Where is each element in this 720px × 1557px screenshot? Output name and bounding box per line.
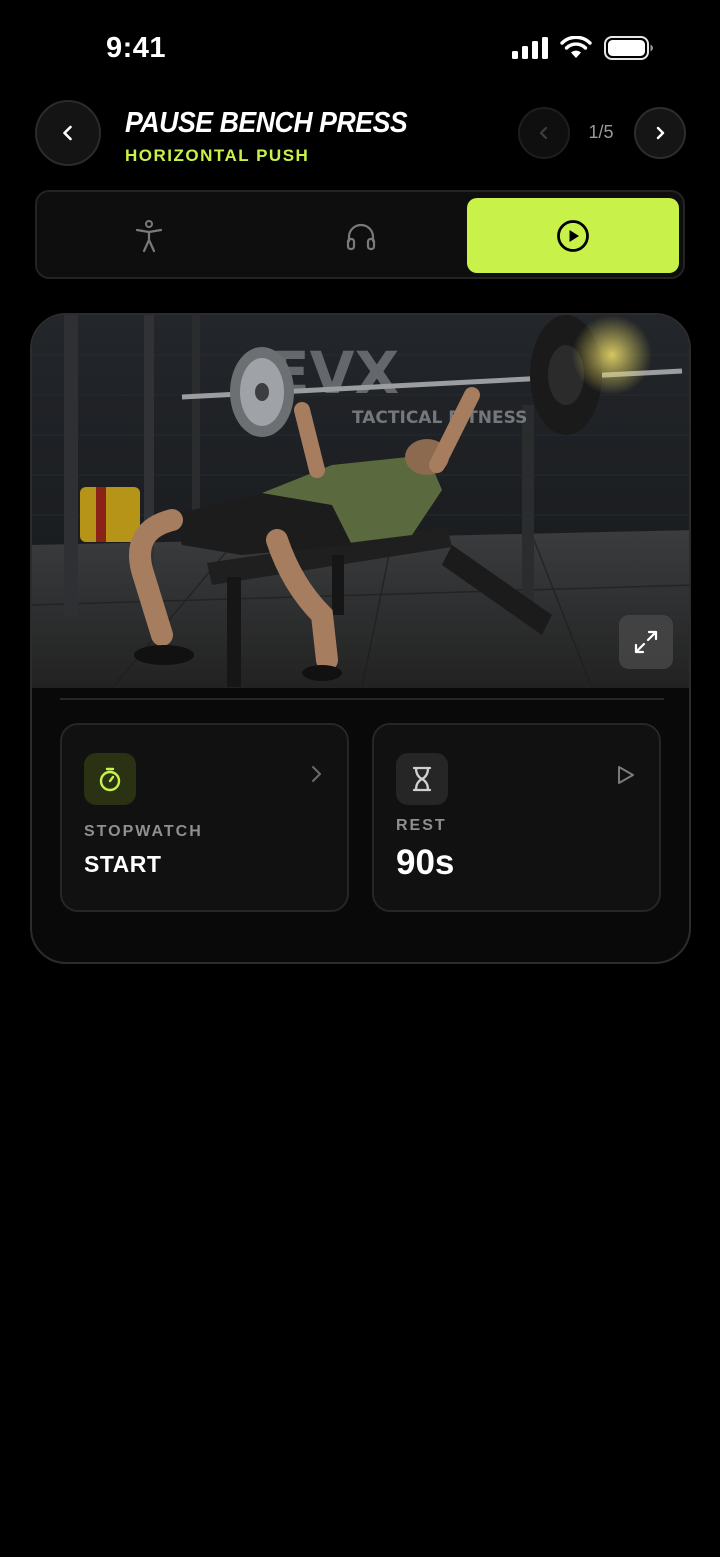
wall-logo-small: TACTICAL FITNESS [352, 408, 527, 428]
battery-icon [604, 36, 653, 60]
exercise-video-thumbnail[interactable]: EVX TACTICAL FITNESS [32, 315, 689, 688]
exercise-category: HORIZONTAL PUSH [125, 146, 310, 165]
rest-play-button[interactable] [615, 765, 635, 790]
tab-video[interactable] [467, 198, 679, 273]
stopwatch-tile[interactable]: STOPWATCH START [60, 723, 349, 912]
signal-icon [512, 37, 548, 59]
exercise-card: EVX TACTICAL FITNESS STOPWATCH START RES… [30, 313, 691, 964]
status-icons [512, 36, 654, 60]
chevron-right-icon [656, 126, 665, 140]
stopwatch-value: START [84, 851, 162, 877]
stopwatch-chevron [309, 765, 323, 788]
tab-audio[interactable] [255, 198, 467, 273]
rest-value: 90s [396, 843, 455, 882]
expand-icon [634, 630, 658, 654]
stopwatch-label: STOPWATCH [84, 823, 203, 840]
wifi-icon [560, 36, 592, 58]
play-circle-icon [557, 219, 589, 252]
rest-label: REST [396, 817, 447, 834]
next-exercise-button[interactable] [634, 107, 686, 159]
back-button[interactable] [35, 100, 101, 166]
headphones-icon [346, 223, 376, 250]
stopwatch-icon-badge [84, 753, 136, 805]
hourglass-icon-badge [396, 753, 448, 805]
previous-exercise-button[interactable] [518, 107, 570, 159]
mode-tabs [35, 190, 685, 279]
status-time: 9:41 [106, 32, 167, 64]
tab-form[interactable] [43, 198, 255, 273]
chevron-right-icon [312, 766, 321, 782]
expand-video-button[interactable] [619, 615, 673, 669]
hourglass-icon [412, 766, 432, 792]
rest-timer-tile[interactable]: REST 90s [372, 723, 661, 912]
divider [60, 698, 664, 700]
exercise-counter: 1/5 [588, 122, 614, 142]
play-icon [618, 766, 634, 784]
exercise-title: PAUSE BENCH PRESS [125, 107, 408, 139]
body-figure-icon [135, 219, 163, 252]
bench-press-photo: EVX TACTICAL FITNESS [32, 315, 689, 688]
stopwatch-icon [99, 767, 121, 792]
chevron-left-icon [539, 126, 548, 140]
chevron-left-icon [63, 125, 72, 141]
status-bar: 9:41 [0, 0, 720, 100]
